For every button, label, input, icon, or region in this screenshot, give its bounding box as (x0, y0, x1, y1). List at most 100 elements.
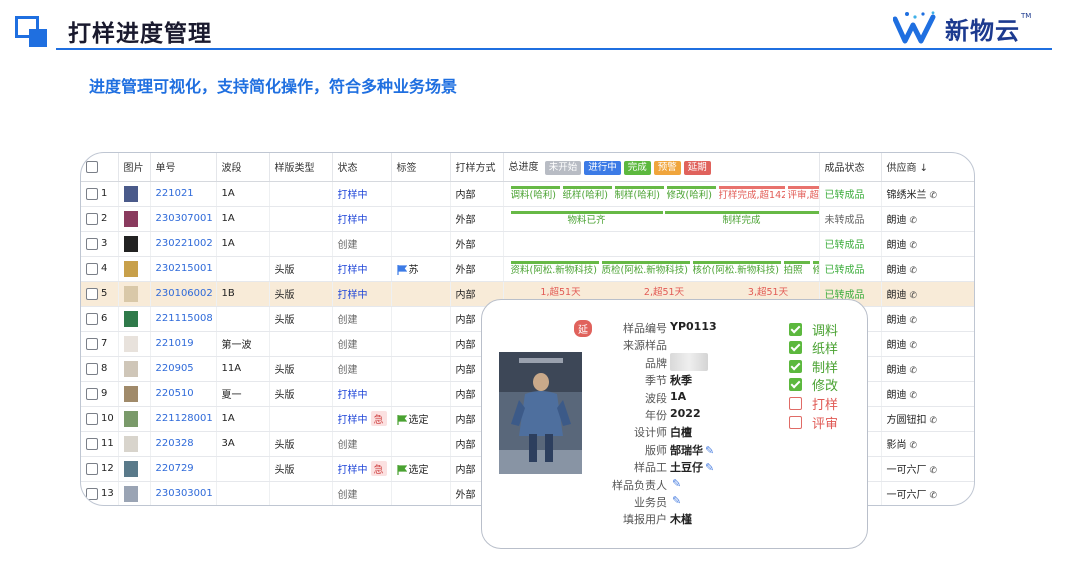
sample-code-link[interactable]: 230221002 (150, 231, 217, 257)
edit-pen-icon[interactable]: ✎ (672, 494, 681, 507)
process-step[interactable]: 制样 (789, 357, 838, 376)
step-checked-icon[interactable] (789, 359, 802, 373)
sample-thumbnail[interactable] (123, 435, 138, 452)
process-step[interactable]: 调料 (789, 320, 838, 339)
sample-code-link[interactable]: 230215001 (150, 256, 217, 282)
row-select-cell[interactable]: 7 (81, 331, 119, 357)
row-select-cell[interactable]: 11 (81, 431, 119, 457)
col-supplier[interactable]: 供应商 ↓ (881, 153, 974, 182)
phone-icon[interactable]: ✆ (910, 241, 918, 251)
sample-thumbnail[interactable] (123, 485, 138, 502)
row-select-cell[interactable]: 13 (81, 481, 119, 505)
row-checkbox[interactable] (86, 387, 98, 400)
table-row[interactable]: 2 230307001 1A 打样中 外部 物料已齐 制样完成 未转成品 朗迪 ✆ (81, 206, 974, 232)
table-row[interactable]: 4 230215001 头版 打样中 苏 外部 资料(阿松.新物科技) 质检(阿松.新物科技)… (81, 256, 974, 282)
sample-code-link[interactable]: 220905 (150, 356, 217, 382)
col-code[interactable]: 单号 (150, 153, 217, 182)
col-status[interactable]: 状态 (332, 153, 392, 182)
process-step[interactable]: 修改 (789, 376, 838, 394)
progress-segment[interactable]: 资料(阿松.新物科技) (510, 260, 599, 277)
row-select-cell[interactable]: 6 (81, 306, 119, 332)
row-checkbox[interactable] (86, 187, 98, 200)
sample-code-link[interactable]: 221128001 (150, 406, 217, 432)
sample-thumbnail[interactable] (123, 210, 138, 227)
row-checkbox[interactable] (86, 287, 98, 300)
row-checkbox[interactable] (86, 212, 98, 225)
phone-icon[interactable]: ✆ (930, 491, 938, 501)
progress-segment[interactable]: 拍照 (783, 260, 810, 277)
col-wave[interactable]: 波段 (216, 153, 270, 182)
phone-icon[interactable]: ✆ (910, 441, 918, 451)
row-checkbox[interactable] (86, 237, 98, 250)
col-pattern[interactable]: 样版类型 (269, 153, 333, 182)
progress-segment[interactable]: 纸样(哈利) (562, 185, 612, 202)
sample-code-link[interactable]: 220729 (150, 456, 217, 482)
row-select-cell[interactable]: 1 (81, 181, 119, 207)
row-select-cell[interactable]: 2 (81, 206, 119, 232)
progress-segment[interactable]: 打样完成,超142天 (718, 185, 785, 202)
sample-thumbnail[interactable] (123, 385, 138, 402)
col-progress[interactable]: 总进度 未开始 进行中 完成 预警 延期 (503, 153, 820, 182)
row-select-cell[interactable]: 3 (81, 231, 119, 257)
sample-thumbnail[interactable] (123, 335, 138, 352)
process-step[interactable]: 纸样 (789, 339, 838, 357)
phone-icon[interactable]: ✆ (910, 291, 918, 301)
progress-segment[interactable]: 调料(哈利) (510, 185, 560, 202)
sample-thumbnail[interactable] (123, 410, 138, 427)
sample-code-link[interactable]: 230307001 (150, 206, 217, 232)
sample-code-link[interactable]: 221021 (150, 181, 217, 207)
sample-thumbnail[interactable] (123, 185, 138, 202)
phone-icon[interactable]: ✆ (930, 466, 938, 476)
sample-code-link[interactable]: 230106002 (150, 281, 217, 307)
phone-icon[interactable]: ✆ (930, 191, 938, 201)
phone-icon[interactable]: ✆ (910, 216, 918, 226)
progress-segment[interactable]: 物料已齐 (510, 210, 663, 227)
select-all-checkbox[interactable] (86, 160, 98, 173)
row-select-cell[interactable]: 10 (81, 406, 119, 432)
row-select-cell[interactable]: 12 (81, 456, 119, 482)
sample-thumbnail[interactable] (123, 285, 138, 302)
row-checkbox[interactable] (86, 462, 98, 475)
row-checkbox[interactable] (86, 362, 98, 375)
sample-code-link[interactable]: 230303001 (150, 481, 217, 505)
phone-icon[interactable]: ✆ (930, 416, 938, 426)
row-checkbox[interactable] (86, 312, 98, 325)
process-step[interactable]: 打样 (789, 394, 838, 413)
row-checkbox[interactable] (86, 337, 98, 350)
col-product-status[interactable]: 成品状态 (819, 153, 882, 182)
row-checkbox[interactable] (86, 262, 98, 275)
sample-thumbnail[interactable] (123, 235, 138, 252)
step-checked-icon[interactable] (789, 322, 802, 336)
progress-segment[interactable]: 制样完成 (664, 210, 818, 227)
sample-thumbnail[interactable] (123, 260, 138, 277)
process-step[interactable]: 评审 (789, 413, 838, 432)
phone-icon[interactable]: ✆ (910, 391, 918, 401)
row-select-cell[interactable]: 4 (81, 256, 119, 282)
table-row[interactable]: 3 230221002 1A 创建 外部 已转成品 朗迪 ✆ (81, 231, 974, 257)
phone-icon[interactable]: ✆ (910, 316, 918, 326)
progress-segment[interactable]: 评审,超 (787, 185, 818, 202)
edit-pen-icon[interactable]: ✎ (672, 477, 681, 490)
step-checked-icon[interactable] (789, 341, 802, 355)
phone-icon[interactable]: ✆ (910, 266, 918, 276)
row-checkbox[interactable] (86, 412, 98, 425)
step-unchecked-icon[interactable] (789, 396, 802, 410)
phone-icon[interactable]: ✆ (910, 366, 918, 376)
col-tag[interactable]: 标签 (391, 153, 451, 182)
progress-segment[interactable]: 修改(哈利) (666, 185, 716, 202)
edit-pen-icon[interactable]: ✎ (705, 444, 714, 457)
sample-code-link[interactable]: 220328 (150, 431, 217, 457)
progress-segment[interactable]: 制样(哈利) (614, 185, 664, 202)
row-select-cell[interactable]: 8 (81, 356, 119, 382)
sample-thumbnail[interactable] (123, 310, 138, 327)
step-unchecked-icon[interactable] (789, 415, 802, 429)
edit-pen-icon[interactable]: ✎ (705, 461, 714, 474)
select-all-checkbox-cell[interactable] (81, 153, 119, 182)
row-checkbox[interactable] (86, 437, 98, 450)
row-select-cell[interactable]: 5 (81, 281, 119, 307)
step-checked-icon[interactable] (789, 378, 802, 392)
progress-segment[interactable]: 质检(阿松.新物科技) (601, 260, 690, 277)
sample-thumbnail[interactable] (123, 360, 138, 377)
row-select-cell[interactable]: 9 (81, 381, 119, 407)
sample-thumbnail[interactable] (123, 460, 138, 477)
